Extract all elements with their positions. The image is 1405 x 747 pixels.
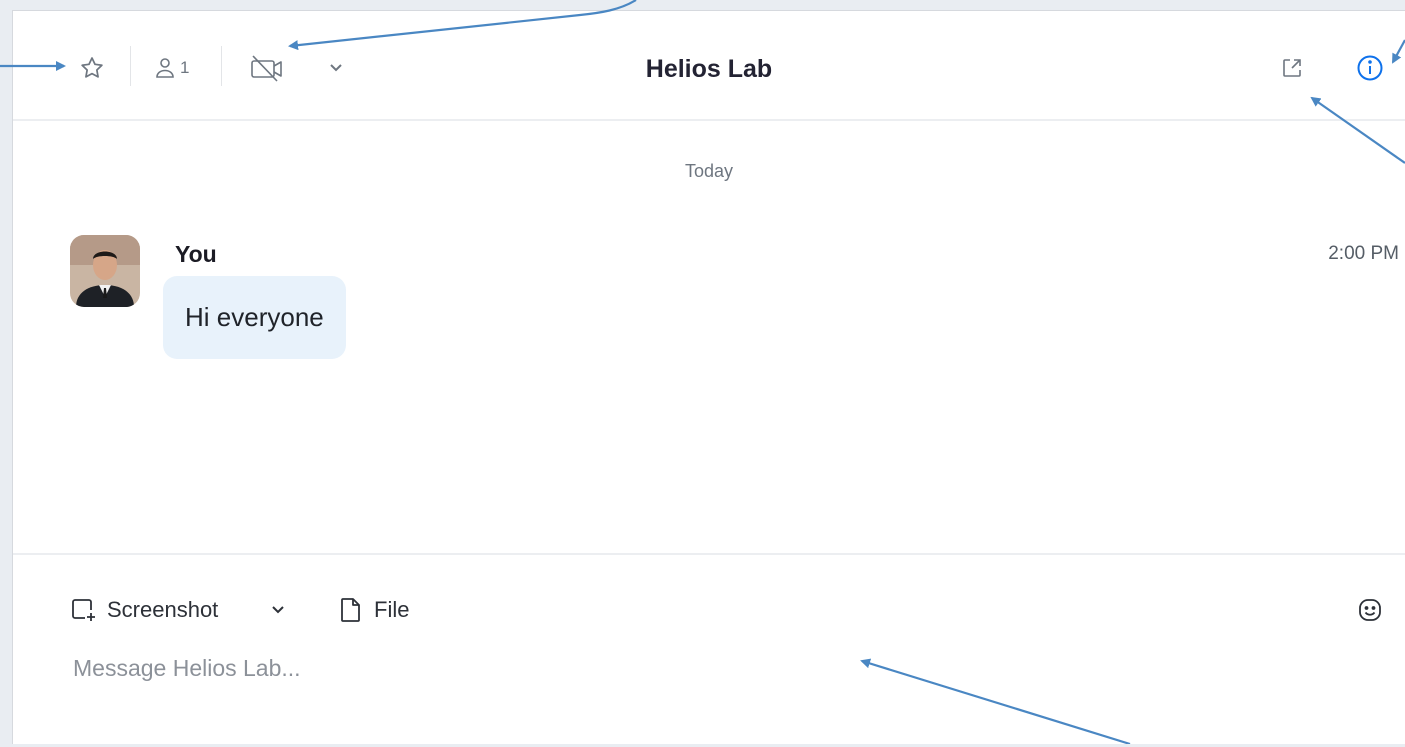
video-off-icon [251, 55, 282, 82]
message-composer: Screenshot File [13, 553, 1405, 747]
chat-panel: 1 Helios Lab Today You 2:00 PM Hi everyo… [12, 10, 1405, 744]
screenshot-button[interactable]: Screenshot [69, 593, 218, 627]
star-icon [81, 57, 103, 78]
chat-title: Helios Lab [645, 55, 773, 83]
screenshot-icon [72, 599, 95, 621]
person-icon [156, 58, 174, 78]
message-bubble[interactable]: Hi everyone [163, 276, 346, 359]
pop-out-button[interactable] [1281, 51, 1303, 85]
video-button[interactable] [249, 51, 285, 85]
file-label: File [374, 597, 410, 622]
user-avatar-image [70, 235, 140, 307]
header-divider [130, 46, 131, 86]
members-button[interactable]: 1 [155, 51, 189, 85]
screenshot-label: Screenshot [107, 597, 219, 622]
pop-out-icon [1283, 59, 1301, 77]
message-timestamp: 2:00 PM [1328, 243, 1399, 264]
message-list: Today You 2:00 PM Hi everyone [13, 121, 1405, 553]
date-divider: Today [684, 161, 734, 181]
file-icon [341, 598, 360, 622]
info-icon [1357, 55, 1383, 81]
header-divider [221, 46, 222, 86]
chat-info-button[interactable] [1356, 51, 1384, 85]
chat-header: 1 Helios Lab [13, 11, 1405, 121]
file-button[interactable]: File [338, 593, 409, 627]
chevron-down-icon [272, 606, 284, 614]
emoji-icon [1359, 599, 1381, 621]
avatar[interactable] [70, 235, 140, 307]
star-button[interactable] [79, 51, 105, 85]
chevron-down-icon [330, 64, 342, 72]
message-input[interactable] [71, 647, 1175, 689]
screenshot-options-dropdown[interactable] [271, 593, 295, 627]
video-options-dropdown[interactable] [329, 51, 343, 85]
member-count: 1 [180, 58, 190, 77]
sender-name: You [175, 241, 217, 267]
emoji-button[interactable] [1357, 593, 1393, 627]
